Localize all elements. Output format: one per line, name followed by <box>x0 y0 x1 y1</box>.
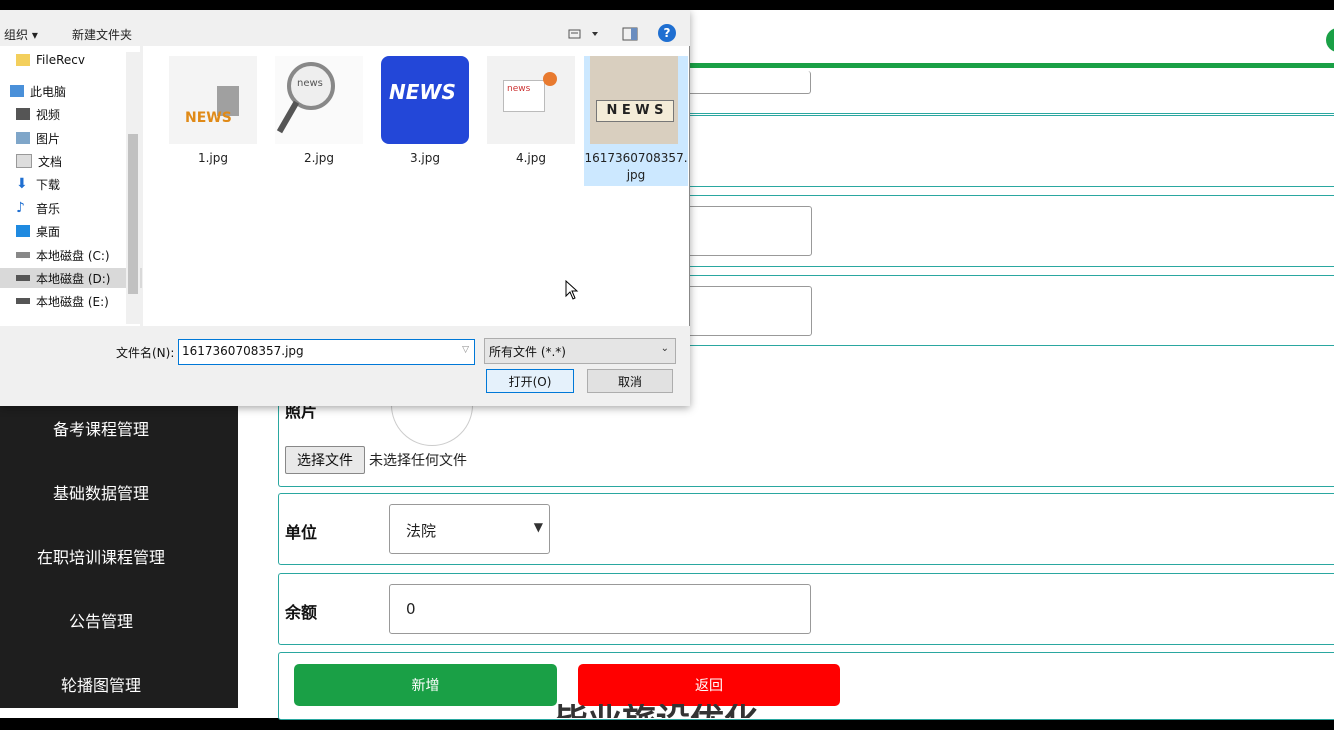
desktop-icon <box>16 225 30 237</box>
nav-item-drive-e[interactable]: 本地磁盘 (E:) <box>16 291 109 311</box>
sidebar-item-carousel[interactable]: 轮播图管理 <box>0 672 202 696</box>
file-thumbnail: N E W S <box>590 56 678 144</box>
nav-item-label: 本地磁盘 (C:) <box>36 248 110 263</box>
back-button[interactable]: 返回 <box>578 664 840 706</box>
filetype-select[interactable]: 所有文件 (*.*) ⌄ <box>484 338 676 364</box>
scrollbar-thumb[interactable] <box>128 134 138 294</box>
nav-item-downloads[interactable]: ⬇ 下载 <box>16 174 60 194</box>
filetype-select-value: 所有文件 (*.*) <box>489 345 566 359</box>
chevron-down-icon: ▼ <box>533 520 543 534</box>
file-name: 1.jpg <box>197 151 229 165</box>
navigation-pane: FileRecv 此电脑 视频 图片 文档 ⬇ 下载 ♪ 音乐 桌面 本地磁盘 (C… <box>0 46 142 326</box>
status-dot-icon <box>1326 28 1334 52</box>
cancel-button[interactable]: 取消 <box>587 369 673 393</box>
unit-label: 单位 <box>285 523 318 542</box>
organize-button[interactable]: 组织 ▾ <box>4 26 38 43</box>
file-name: 4.jpg <box>515 151 547 165</box>
preview-pane-icon[interactable] <box>622 26 638 41</box>
balance-label: 余额 <box>285 603 318 622</box>
sidebar-item-training-courses[interactable]: 在职培训课程管理 <box>0 544 202 568</box>
file-item-2[interactable]: news 2.jpg <box>269 56 369 186</box>
chevron-down-icon: ⌄ <box>660 343 669 354</box>
chevron-down-icon[interactable]: ▽ <box>462 345 469 355</box>
nav-item-label: 文档 <box>38 154 63 169</box>
mouse-cursor-icon <box>565 279 579 304</box>
music-icon: ♪ <box>16 200 25 216</box>
unit-select[interactable]: 法院 ▼ <box>389 504 550 554</box>
nav-item-label: 下载 <box>36 177 61 192</box>
file-item-5-selected[interactable]: N E W S 1617360708357.jpg <box>584 56 688 186</box>
download-icon: ⬇ <box>16 176 28 192</box>
thumb-text: news <box>297 78 323 89</box>
file-name: 2.jpg <box>303 151 335 165</box>
thumb-text: NEWS <box>389 80 456 104</box>
filename-input-value: 1617360708357.jpg <box>182 344 304 358</box>
no-file-text: 未选择任何文件 <box>369 453 467 469</box>
file-thumbnail: NEWS <box>169 56 257 144</box>
nav-item-pictures[interactable]: 图片 <box>16 128 60 148</box>
new-folder-button[interactable]: 新建文件夹 <box>72 26 132 43</box>
nav-item-desktop[interactable]: 桌面 <box>16 221 60 241</box>
nav-item-this-pc[interactable]: 此电脑 <box>10 81 66 101</box>
balance-input[interactable]: 0 <box>389 584 811 634</box>
file-thumbnail: NEWS <box>381 56 469 144</box>
balance-input-value: 0 <box>406 600 416 618</box>
drive-icon <box>16 252 30 258</box>
file-item-3[interactable]: NEWS 3.jpg <box>375 56 475 186</box>
form-row-unit: 单位 法院 ▼ <box>278 493 1334 565</box>
thumb-graphic <box>276 100 300 134</box>
picture-icon <box>16 132 30 144</box>
nav-item-label: 视频 <box>36 107 61 122</box>
thumb-text: news <box>507 84 531 94</box>
filename-input[interactable]: 1617360708357.jpg ▽ <box>178 339 475 365</box>
nav-item-drive-c[interactable]: 本地磁盘 (C:) <box>16 245 110 265</box>
video-icon <box>16 108 30 120</box>
nav-item-label: FileRecv <box>36 53 85 67</box>
file-item-1[interactable]: NEWS 1.jpg <box>163 56 263 186</box>
file-name: 3.jpg <box>409 151 441 165</box>
sidebar-item-exam-courses[interactable]: 备考课程管理 <box>0 416 202 440</box>
nav-item-label: 音乐 <box>36 201 61 216</box>
add-button[interactable]: 新增 <box>294 664 557 706</box>
open-button[interactable]: 打开(O) <box>486 369 574 393</box>
document-icon <box>16 154 32 168</box>
help-icon[interactable]: ? <box>658 24 676 42</box>
thumb-text: N E W S <box>596 100 674 122</box>
thumb-text: NEWS <box>185 110 232 126</box>
nav-item-label: 本地磁盘 (D:) <box>36 271 111 286</box>
dialog-bottom-bar: 文件名(N): 1617360708357.jpg ▽ 所有文件 (*.*) ⌄… <box>0 326 690 406</box>
nav-item-filerecv[interactable]: FileRecv <box>16 50 85 70</box>
nav-item-documents[interactable]: 文档 <box>16 151 62 171</box>
choose-file-button[interactable]: 选择文件 <box>285 446 365 474</box>
dialog-toolbar: 组织 ▾ 新建文件夹 ? <box>0 10 690 46</box>
sidebar: 备考课程管理 基础数据管理 在职培训课程管理 公告管理 轮播图管理 <box>0 394 238 708</box>
nav-item-videos[interactable]: 视频 <box>16 104 60 124</box>
folder-icon <box>16 54 30 66</box>
filename-label: 文件名(N): <box>116 346 175 360</box>
file-list-pane: NEWS 1.jpg news 2.jpg NEWS 3.jpg news 4.… <box>143 46 689 326</box>
file-name: 1617360708357.jpg <box>584 151 688 182</box>
nav-item-label: 图片 <box>36 131 61 146</box>
footer-heading-clip: 毕业旅设优化 <box>554 704 854 718</box>
thumb-graphic <box>543 72 557 86</box>
file-thumbnail: news <box>487 56 575 144</box>
file-item-4[interactable]: news 4.jpg <box>481 56 581 186</box>
header-accent-line <box>690 63 1334 68</box>
footer-heading: 毕业旅设优化 <box>554 704 854 718</box>
nav-item-label: 本地磁盘 (E:) <box>36 294 109 309</box>
sidebar-item-basic-data[interactable]: 基础数据管理 <box>0 480 202 504</box>
nav-item-drive-d[interactable]: 本地磁盘 (D:) <box>0 268 142 288</box>
nav-item-music[interactable]: ♪ 音乐 <box>16 198 60 218</box>
nav-item-label: 桌面 <box>36 224 61 239</box>
nav-item-label: 此电脑 <box>30 84 67 99</box>
unit-select-value: 法院 <box>406 522 437 540</box>
computer-icon <box>10 85 24 97</box>
file-thumbnail: news <box>275 56 363 144</box>
form-row-balance: 余额 0 <box>278 573 1334 645</box>
view-icon[interactable] <box>568 26 598 40</box>
drive-icon <box>16 298 30 304</box>
drive-icon <box>16 275 30 281</box>
sidebar-item-announcements[interactable]: 公告管理 <box>0 608 202 632</box>
navigation-scrollbar[interactable] <box>126 52 140 324</box>
